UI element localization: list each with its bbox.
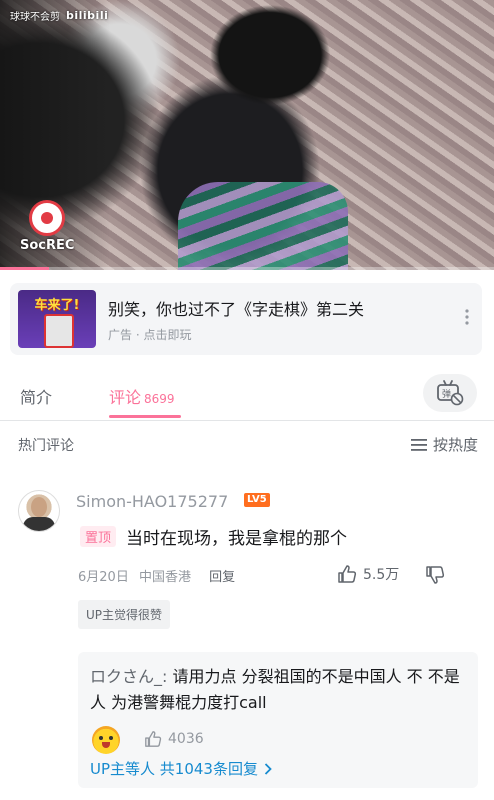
watermark-uploader: 球球不会剪 [10, 12, 60, 23]
tab-comments-label: 评论 [109, 388, 142, 407]
comment-location: 中国香港 [138, 570, 191, 585]
tab-intro[interactable]: 简介 [20, 384, 52, 408]
shocked-emoji-icon [92, 726, 120, 754]
thumbs-up-icon [145, 731, 162, 747]
danmaku-toggle-button[interactable]: 弹 [423, 374, 477, 412]
record-icon [29, 200, 66, 236]
bilibili-logo: bilibili [66, 9, 109, 22]
view-more-replies-link[interactable]: UP主等人 共1043条回复 [90, 758, 272, 779]
menu-icon [410, 438, 427, 451]
like-button[interactable]: 5.5万 [337, 564, 399, 584]
video-tabs: 简介 评论 8699 弹 [0, 366, 494, 421]
ad-title: 别笑，你也过不了《字走棋》第二关 [108, 299, 365, 319]
up-liked-badge: UP主觉得很赞 [78, 600, 171, 629]
socrec-logo: SocREC [20, 200, 74, 253]
svg-text:弹: 弹 [442, 388, 451, 400]
like-count: 5.5万 [363, 567, 400, 583]
video-progress-fill [0, 267, 50, 270]
pinned-tag: 置顶 [80, 526, 117, 547]
ad-subtitle: 广告 · 点击即玩 [108, 327, 192, 342]
video-watermark: 球球不会剪 bilibili [10, 8, 108, 23]
reply-text-block: ロクさん_: 请用力点 分裂祖国的不是中国人 不 不是人 为港警舞棍力度打cal… [90, 664, 470, 716]
ad-card[interactable]: 车来了! 别笑，你也过不了《字走棋》第二关 广告 · 点击即玩 [10, 283, 482, 355]
more-replies-label: UP主等人 共1043条回复 [90, 760, 258, 778]
tab-active-indicator [109, 415, 181, 418]
reply-author[interactable]: ロクさん_: [90, 667, 167, 686]
ad-thumbnail-title: 车来了! [34, 298, 80, 313]
reply-button[interactable]: 回复 [209, 570, 235, 585]
thumbs-up-icon [338, 565, 357, 583]
comment-item: Simon-HAO175277 LV5 置顶 当时在现场，我是拿棍的那个 6月2… [0, 486, 494, 800]
reply-like-button[interactable]: 4036 [144, 730, 204, 748]
chevron-right-icon [264, 762, 272, 775]
thumbs-down-icon [426, 566, 445, 584]
danmaku-off-icon: 弹 [437, 380, 464, 406]
more-options-icon[interactable] [452, 309, 482, 329]
tab-comments[interactable]: 评论 8699 [109, 384, 175, 408]
dislike-button[interactable] [425, 565, 445, 589]
ad-thumbnail: 车来了! [18, 290, 96, 348]
video-frame-cloth [178, 182, 348, 270]
level-badge: LV5 [244, 493, 270, 507]
reply-preview[interactable]: ロクさん_: 请用力点 分裂祖国的不是中国人 不 不是人 为港警舞棍力度打cal… [78, 652, 478, 788]
video-progress-bar[interactable] [0, 267, 494, 270]
tab-comments-count: 8699 [144, 392, 175, 406]
comment-username[interactable]: Simon-HAO175277 [76, 492, 228, 511]
hot-comments-title: 热门评论 [18, 438, 74, 454]
reply-like-count: 4036 [168, 731, 204, 747]
sort-button[interactable]: 按热度 [410, 434, 478, 455]
video-player[interactable]: 球球不会剪 bilibili SocREC [0, 0, 494, 270]
socrec-label: SocREC [20, 238, 75, 253]
comment-date: 6月20日 [78, 570, 129, 585]
comment-text: 当时在现场，我是拿棍的那个 [126, 529, 347, 549]
hot-comments-header: 热门评论 按热度 [0, 430, 494, 458]
avatar[interactable] [18, 490, 60, 532]
sort-label: 按热度 [432, 436, 478, 454]
ad-thumbnail-car [44, 314, 74, 348]
comment-meta: 6月20日 中国香港 回复 [78, 566, 235, 585]
